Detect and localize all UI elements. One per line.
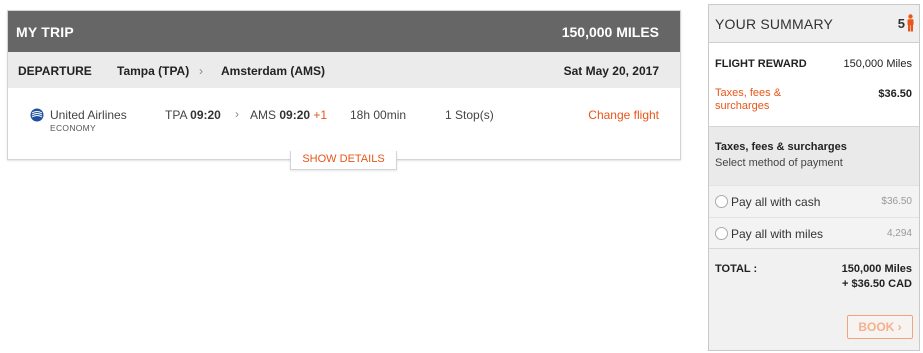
radio-icon[interactable] <box>715 195 728 208</box>
departure-airport-code: TPA <box>165 108 187 122</box>
trip-title: MY TRIP <box>16 24 74 40</box>
airline-name: United Airlines <box>50 108 127 122</box>
fare-breakdown: FLIGHT REWARD 150,000 Miles Taxes, fees … <box>709 43 919 127</box>
flight-row: United Airlines ECONOMY TPA 09:20 › AMS … <box>8 88 680 143</box>
show-details-button[interactable]: SHOW DETAILS <box>290 151 397 170</box>
taxes-value: $36.50 <box>878 88 912 100</box>
change-flight-link[interactable]: Change flight <box>588 108 659 122</box>
payment-subtitle: Select method of payment <box>715 157 843 169</box>
trip-total-miles: 150,000 MILES <box>561 24 659 40</box>
departure-date: Sat May 20, 2017 <box>563 64 659 78</box>
cabin-class: ECONOMY <box>50 123 97 133</box>
pay-with-cash-option[interactable]: Pay all with cash $36.50 <box>709 185 919 217</box>
pay-with-miles-option[interactable]: Pay all with miles 4,294 <box>709 217 919 249</box>
option-value: 4,294 <box>886 228 912 239</box>
arrival-airport-code: AMS <box>250 108 277 122</box>
flight-duration: 18h 00min <box>350 108 407 122</box>
payment-method-section: Taxes, fees & surcharges Select method o… <box>709 127 919 185</box>
summary-title: YOUR SUMMARY <box>715 16 834 32</box>
passenger-count: 5 <box>897 16 905 31</box>
chevron-right-icon: › <box>235 107 239 121</box>
total-label: TOTAL : <box>715 263 758 275</box>
chevron-right-icon: › <box>897 320 902 334</box>
flight-departure: TPA 09:20 <box>165 108 221 122</box>
departure-destination: Amsterdam (AMS) <box>221 64 326 78</box>
flight-reward-label: FLIGHT REWARD <box>715 58 807 70</box>
option-label: Pay all with miles <box>731 227 824 241</box>
united-airlines-logo-icon <box>30 108 44 122</box>
book-label: BOOK <box>858 320 895 334</box>
payment-title: Taxes, fees & surcharges <box>715 141 847 153</box>
trip-panel: MY TRIP 150,000 MILES DEPARTURE Tampa (T… <box>7 10 681 160</box>
person-icon <box>907 14 914 32</box>
total-miles: 150,000 Miles <box>841 263 912 275</box>
total-cash: + $36.50 CAD <box>841 278 912 290</box>
chevron-right-icon: › <box>199 64 203 78</box>
book-button[interactable]: BOOK › <box>847 315 913 339</box>
flight-stops: 1 Stop(s) <box>445 108 494 122</box>
arrival-time: 09:20 <box>279 108 311 122</box>
departure-origin: Tampa (TPA) <box>117 64 190 78</box>
departure-time: 09:20 <box>190 108 221 122</box>
flight-arrival: AMS 09:20 +1 <box>250 108 327 122</box>
option-value: $36.50 <box>881 196 912 207</box>
trip-header: MY TRIP 150,000 MILES <box>8 11 680 52</box>
summary-header: YOUR SUMMARY 5 <box>709 5 919 43</box>
option-label: Pay all with cash <box>731 195 821 209</box>
radio-icon[interactable] <box>715 227 728 240</box>
day-offset: +1 <box>313 108 328 122</box>
departure-label: DEPARTURE <box>18 64 92 78</box>
flight-reward-value: 150,000 Miles <box>843 58 913 70</box>
taxes-label: Taxes, fees & surcharges <box>715 87 782 112</box>
summary-panel: YOUR SUMMARY 5 FLIGHT REWARD 150,000 Mil… <box>708 4 920 351</box>
departure-row: DEPARTURE Tampa (TPA) › Amsterdam (AMS) … <box>8 52 680 88</box>
